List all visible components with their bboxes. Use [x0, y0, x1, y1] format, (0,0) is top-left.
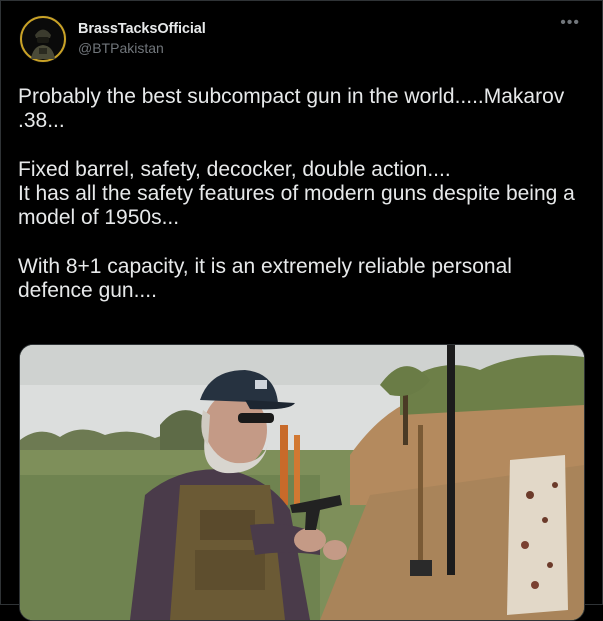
- tweet-video[interactable]: [19, 344, 585, 621]
- profile-avatar[interactable]: [19, 15, 67, 63]
- display-name[interactable]: BrassTacksOfficial: [78, 21, 206, 37]
- tweet-text: Probably the best subcompact gun in the …: [18, 85, 575, 303]
- user-handle[interactable]: @BTPakistan: [78, 40, 164, 56]
- more-options-icon[interactable]: •••: [560, 14, 580, 32]
- soldier-avatar-icon: [19, 15, 67, 63]
- video-frame-image: [20, 345, 584, 620]
- tweet-card: BrassTacksOfficial @BTPakistan ••• Proba…: [0, 0, 603, 621]
